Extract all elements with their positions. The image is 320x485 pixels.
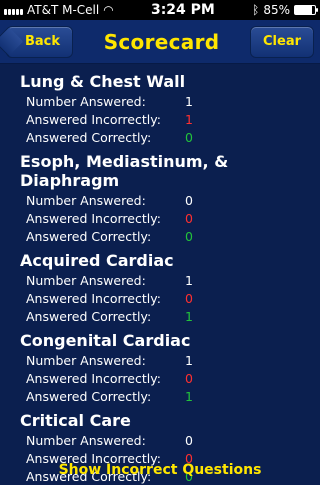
label-number-answered: Number Answered: xyxy=(26,192,146,208)
battery-percent: 85% xyxy=(263,3,290,17)
row-answered-correctly: Answered Correctly: 0 xyxy=(20,128,320,146)
value-answered-incorrectly: 1 xyxy=(185,111,193,127)
label-answered-incorrectly: Answered Incorrectly: xyxy=(26,370,161,386)
show-incorrect-questions-link[interactable]: Show Incorrect Questions xyxy=(0,462,320,478)
section-title: Lung & Chest Wall xyxy=(20,72,186,91)
label-answered-correctly: Answered Correctly: xyxy=(26,228,152,244)
bluetooth-icon: ᛒ xyxy=(252,3,260,17)
section-title: Critical Care xyxy=(20,411,131,430)
row-answered-incorrectly: Answered Incorrectly: 0 xyxy=(20,369,320,387)
value-answered-correctly: 1 xyxy=(185,308,193,324)
value-number-answered: 1 xyxy=(185,352,193,368)
label-answered-correctly: Answered Correctly: xyxy=(26,308,152,324)
value-number-answered: 1 xyxy=(185,272,193,288)
value-answered-incorrectly: 0 xyxy=(185,290,193,306)
value-answered-correctly: 1 xyxy=(185,388,193,404)
row-answered-correctly: Answered Correctly: 1 xyxy=(20,307,320,325)
status-bar: AT&T M-Cell ◠ 3:24 PM ᛒ 85% xyxy=(0,0,320,20)
row-answered-incorrectly: Answered Incorrectly: 0 xyxy=(20,289,320,307)
row-answered-incorrectly: Answered Incorrectly: 0 xyxy=(20,209,320,227)
section-title: Congenital Cardiac xyxy=(20,331,191,350)
label-answered-correctly: Answered Correctly: xyxy=(26,129,152,145)
row-answered-correctly: Answered Correctly: 0 xyxy=(20,227,320,245)
row-number-answered: Number Answered: 1 xyxy=(20,351,320,369)
value-answered-incorrectly: 0 xyxy=(185,210,193,226)
back-button[interactable]: Back xyxy=(6,25,74,58)
row-number-answered: Number Answered: 1 xyxy=(20,271,320,289)
status-right: ᛒ 85% xyxy=(252,3,318,17)
row-number-answered: Number Answered: 1 xyxy=(20,92,320,110)
page-title: Scorecard xyxy=(103,29,220,54)
value-number-answered: 0 xyxy=(185,432,193,448)
signal-icon xyxy=(4,5,23,15)
wifi-icon: ◠ xyxy=(103,3,114,17)
value-answered-incorrectly: 0 xyxy=(185,370,193,386)
row-number-answered: Number Answered: 0 xyxy=(20,191,320,209)
label-number-answered: Number Answered: xyxy=(26,272,146,288)
status-time: 3:24 PM xyxy=(150,2,215,18)
label-number-answered: Number Answered: xyxy=(26,93,146,109)
section-title: Acquired Cardiac xyxy=(20,251,174,270)
section-congenital-cardiac: Congenital Cardiac Number Answered: 1 An… xyxy=(20,331,320,405)
value-answered-correctly: 0 xyxy=(185,129,193,145)
section-title: Esoph, Mediastinum, & Diaphragm xyxy=(20,152,229,190)
label-number-answered: Number Answered: xyxy=(26,352,146,368)
value-number-answered: 0 xyxy=(185,192,193,208)
row-number-answered: Number Answered: 0 xyxy=(20,431,320,449)
value-number-answered: 1 xyxy=(185,93,193,109)
clear-button[interactable]: Clear xyxy=(250,25,314,58)
section-acquired-cardiac: Acquired Cardiac Number Answered: 1 Answ… xyxy=(20,251,320,325)
row-answered-correctly: Answered Correctly: 1 xyxy=(20,387,320,405)
label-answered-incorrectly: Answered Incorrectly: xyxy=(26,111,161,127)
scorecard-list: Lung & Chest Wall Number Answered: 1 Ans… xyxy=(0,64,320,485)
label-answered-incorrectly: Answered Incorrectly: xyxy=(26,210,161,226)
clear-button-label: Clear xyxy=(263,34,301,49)
section-esoph-mediastinum-diaphragm: Esoph, Mediastinum, & Diaphragm Number A… xyxy=(20,152,320,245)
value-answered-correctly: 0 xyxy=(185,228,193,244)
status-left: AT&T M-Cell ◠ xyxy=(4,3,114,17)
battery-icon xyxy=(293,5,318,15)
nav-bar: Back Scorecard Clear xyxy=(0,20,320,64)
back-button-label: Back xyxy=(25,34,61,49)
label-answered-correctly: Answered Correctly: xyxy=(26,388,152,404)
carrier-label: AT&T M-Cell xyxy=(27,3,100,17)
label-number-answered: Number Answered: xyxy=(26,432,146,448)
section-lung-chest-wall: Lung & Chest Wall Number Answered: 1 Ans… xyxy=(20,72,320,146)
label-answered-incorrectly: Answered Incorrectly: xyxy=(26,290,161,306)
row-answered-incorrectly: Answered Incorrectly: 1 xyxy=(20,110,320,128)
